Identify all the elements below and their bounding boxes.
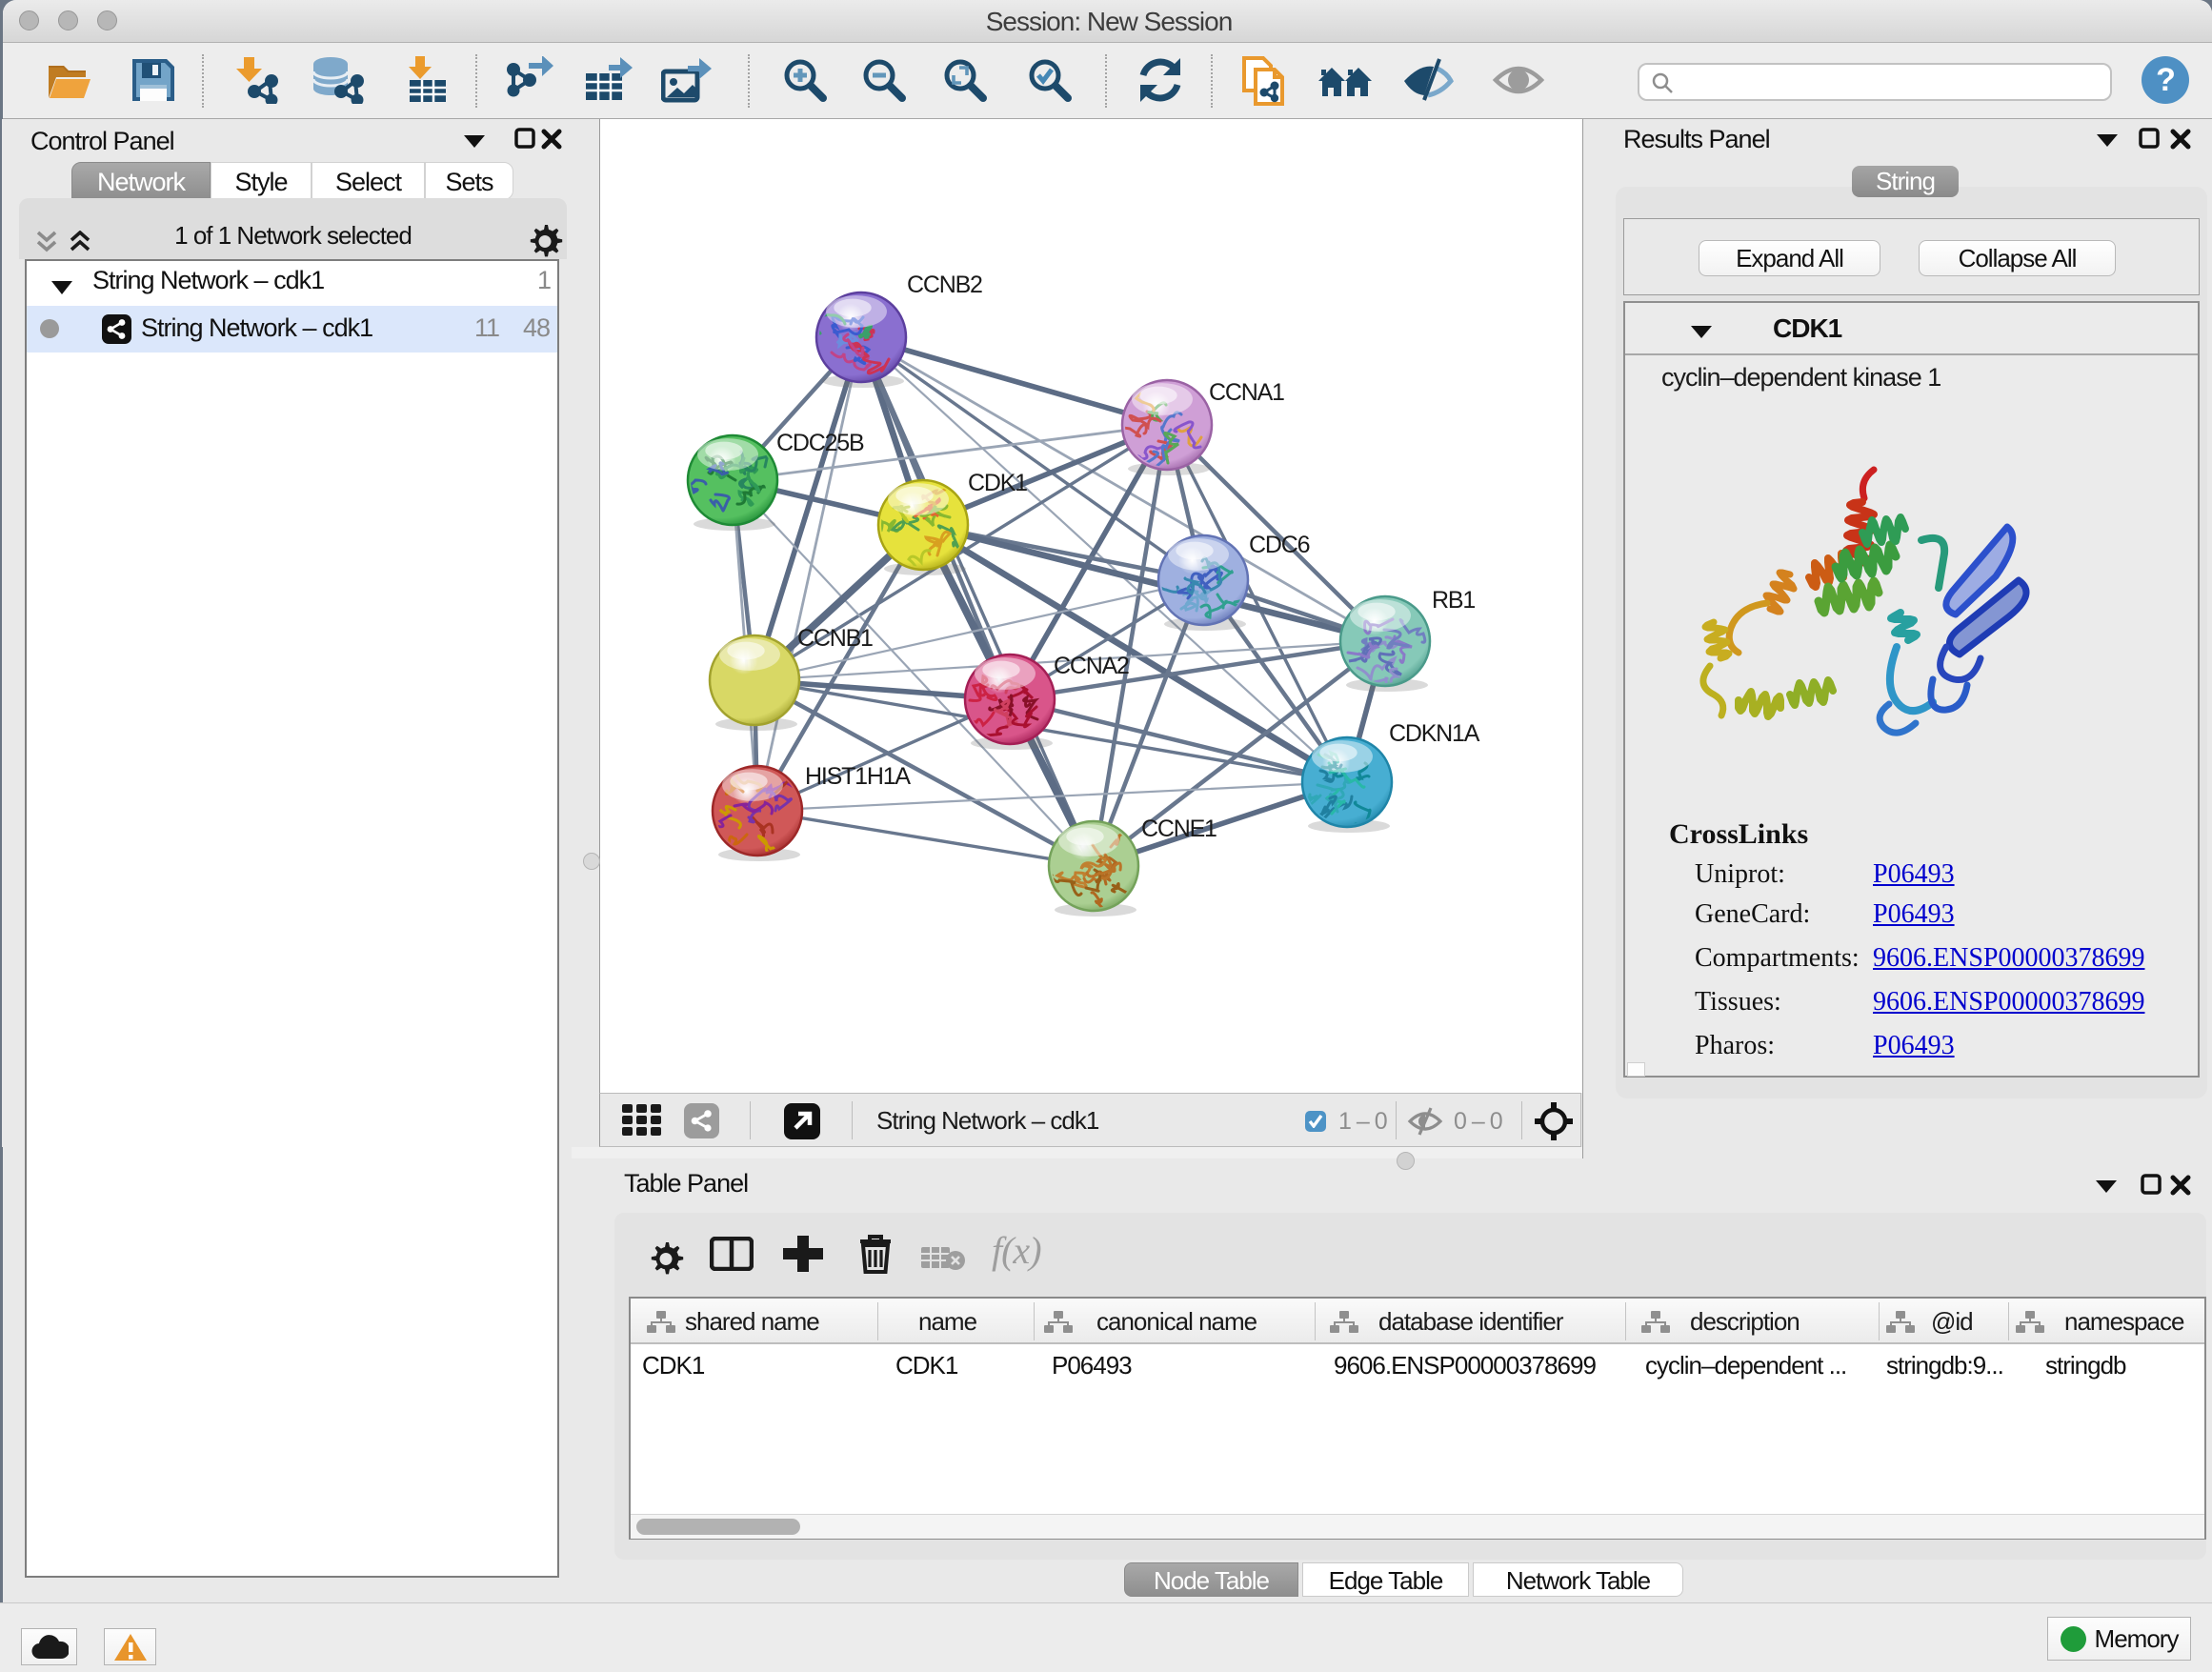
svg-text:CCNE1: CCNE1 bbox=[1141, 816, 1217, 842]
svg-text:CCNA1: CCNA1 bbox=[1209, 379, 1284, 406]
svg-text:CDK1: CDK1 bbox=[968, 470, 1027, 496]
svg-text:CCNA2: CCNA2 bbox=[1054, 653, 1129, 679]
svg-text:CDC6: CDC6 bbox=[1249, 532, 1310, 558]
svg-text:HIST1H1A: HIST1H1A bbox=[805, 763, 911, 790]
svg-text:CDKN1A: CDKN1A bbox=[1389, 720, 1480, 747]
svg-text:CCNB1: CCNB1 bbox=[797, 625, 873, 652]
svg-text:CDC25B: CDC25B bbox=[776, 430, 864, 456]
svg-text:CCNB2: CCNB2 bbox=[907, 272, 982, 298]
svg-text:RB1: RB1 bbox=[1432, 587, 1475, 614]
